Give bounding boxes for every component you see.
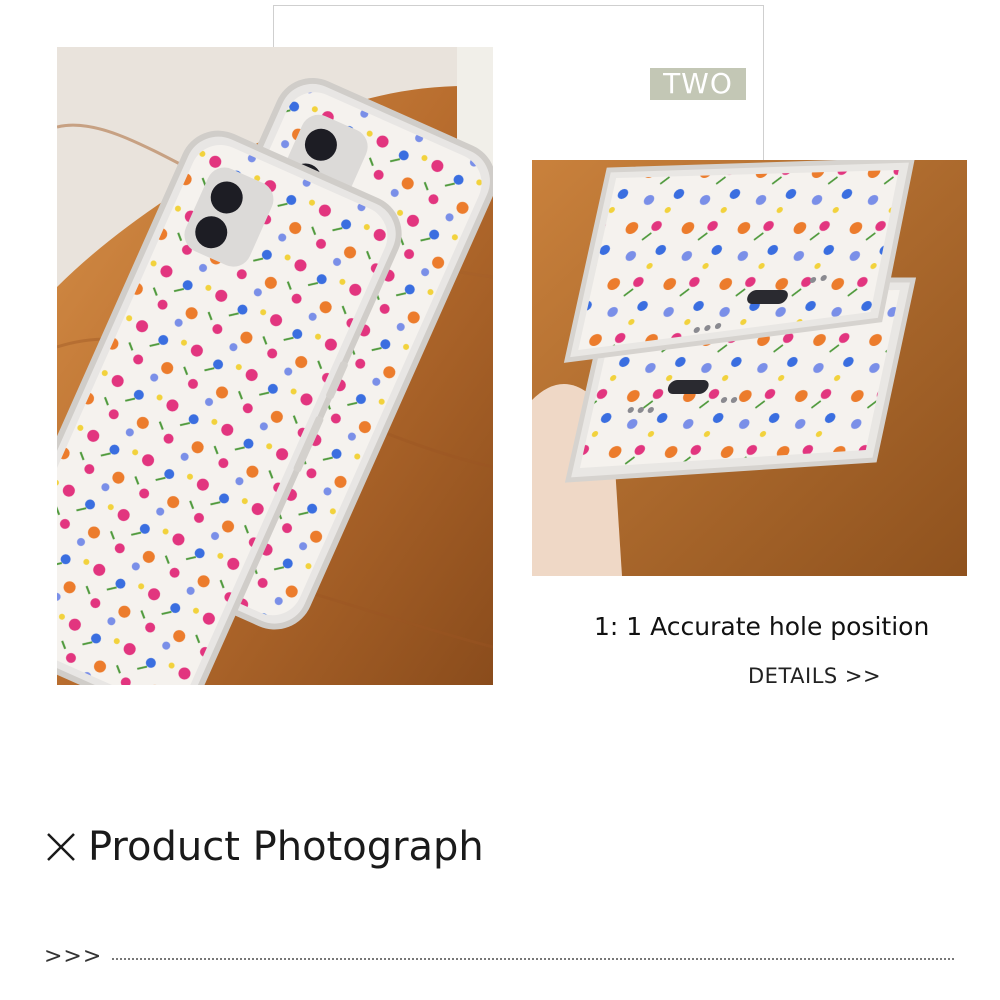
details-link[interactable]: DETAILS >>: [748, 664, 881, 688]
product-photo-left: [57, 47, 493, 685]
footer-arrows: >>>: [44, 944, 103, 969]
product-photo-right: [532, 160, 967, 576]
dotted-divider: [112, 958, 954, 960]
section-heading: Product Photograph: [44, 822, 484, 872]
close-icon: [47, 833, 75, 861]
tag-label: TWO: [650, 68, 746, 100]
phone-cases-photo: [57, 47, 493, 685]
hole-position-caption: 1: 1 Accurate hole position: [594, 612, 930, 641]
phone-cases-bottom-photo: [532, 160, 967, 576]
section-title-text: Product Photograph: [88, 824, 484, 870]
